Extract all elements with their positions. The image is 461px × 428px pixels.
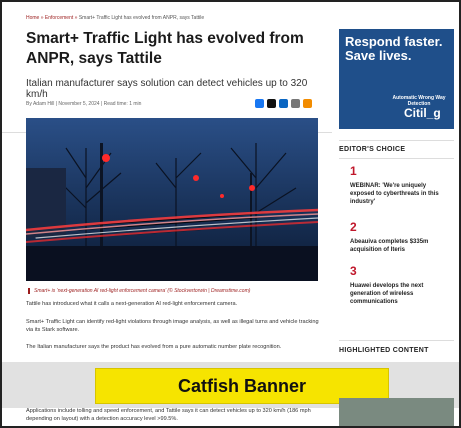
article-paragraph: Applications include tolling and speed e… (26, 408, 311, 422)
breadcrumb-current: Smart+ Traffic Light has evolved from AN… (78, 15, 205, 21)
editors-choice-number: 1 (350, 164, 357, 178)
article-paragraph: The Italian manufacturer says the produc… (26, 344, 282, 350)
article-subtitle: Italian manufacturer says solution can d… (26, 78, 308, 100)
editors-choice-number: 2 (350, 220, 357, 234)
editors-choice-item[interactable]: WEBINAR: 'We're uniquely exposed to cybe… (350, 182, 448, 206)
section-divider (339, 340, 454, 341)
ad-headline: Respond faster. Save lives. (345, 34, 443, 63)
breadcrumb-enforcement[interactable]: Enforcement (45, 15, 73, 21)
section-divider (339, 158, 454, 159)
highlighted-thumbnail[interactable] (339, 398, 454, 426)
breadcrumb-home[interactable]: Home (26, 15, 39, 21)
image-caption: Smart+ is ‘next-generation AI red-light … (28, 288, 324, 294)
breadcrumb: Home » Enforcement » Smart+ Traffic Ligh… (26, 15, 205, 21)
article-title: Smart+ Traffic Light has evolved from AN… (26, 30, 304, 67)
share-bar (255, 99, 312, 108)
article-paragraph: Tattile has introduced what it calls a n… (26, 301, 238, 307)
highlighted-content-title: HIGHLIGHTED CONTENT (339, 347, 429, 354)
editors-choice-item[interactable]: Abeauiva completes $335m acquisition of … (350, 238, 448, 254)
x-icon[interactable] (267, 99, 276, 108)
editors-choice-item[interactable]: Huawei develops the next generation of w… (350, 282, 448, 306)
share-icon[interactable] (303, 99, 312, 108)
article-paragraph: Smart+ Traffic Light can identify red-li… (26, 319, 319, 333)
facebook-icon[interactable] (255, 99, 264, 108)
page-frame: Home » Enforcement » Smart+ Traffic Ligh… (0, 0, 461, 428)
article-meta: By Adam Hill | November 5, 2024 | Read t… (26, 101, 142, 107)
editors-choice-number: 3 (350, 264, 357, 278)
hero-image (26, 118, 318, 281)
email-icon[interactable] (291, 99, 300, 108)
ad-brand: Citil_g (404, 106, 441, 120)
sidebar-ad[interactable]: Respond faster. Save lives. Automatic Wr… (339, 29, 454, 129)
section-divider (339, 140, 454, 141)
linkedin-icon[interactable] (279, 99, 288, 108)
editors-choice-title: EDITOR'S CHOICE (339, 146, 406, 153)
